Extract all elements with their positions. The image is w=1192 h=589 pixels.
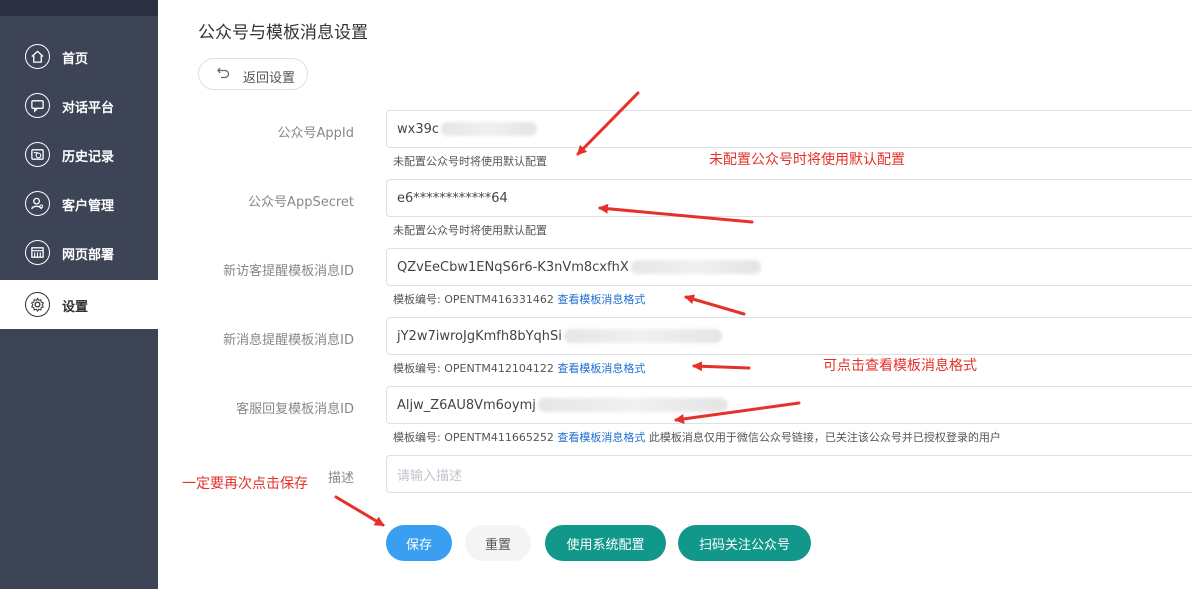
description-placeholder: 请输入描述	[397, 468, 463, 484]
sidebar-item-chat[interactable]: 对话平台	[0, 81, 158, 130]
visitor-template-hint: 模板编号: OPENTM416331462 查看模板消息格式	[393, 291, 645, 307]
redacted-blur	[563, 329, 722, 343]
reply-template-value: Aljw_Z6AU8Vm6oymj	[397, 397, 536, 413]
redacted-blur	[630, 260, 761, 274]
back-button-label: 返回设置	[243, 71, 296, 86]
hint-note: 此模板消息仅用于微信公众号链接，已关注该公众号并已授权登录的用户	[648, 431, 1001, 444]
chat-icon	[25, 93, 50, 118]
message-template-value: jY2w7iwroJgKmfh8bYqhSi	[397, 328, 562, 344]
visitor-template-label: 新访客提醒模板消息ID	[223, 264, 354, 279]
annotation-default-config: 未配置公众号时将使用默认配置	[709, 152, 905, 168]
user-icon	[25, 191, 50, 216]
appid-value: wx39c	[397, 121, 440, 137]
view-template-format-link[interactable]: 查看模板消息格式	[557, 362, 645, 375]
visitor-template-input[interactable]: QZvEeCbw1ENqS6r6-K3nVm8cxfhX	[386, 248, 1192, 286]
appid-input[interactable]: wx39c	[386, 110, 1192, 148]
sidebar-item-settings[interactable]: 设置	[0, 280, 158, 329]
page-title: 公众号与模板消息设置	[198, 23, 368, 43]
description-input[interactable]: 请输入描述	[386, 455, 1192, 493]
web-icon	[25, 240, 50, 265]
sidebar-item-home[interactable]: 首页	[0, 32, 158, 81]
reply-template-label: 客服回复模板消息ID	[236, 402, 354, 417]
view-template-format-link[interactable]: 查看模板消息格式	[557, 293, 645, 306]
annotation-arrow	[692, 361, 751, 372]
use-system-config-button[interactable]: 使用系统配置	[545, 525, 666, 561]
sidebar-item-label: 首页	[62, 52, 89, 67]
sidebar-item-label: 网页部署	[62, 248, 115, 263]
appsecret-input[interactable]: e6************64	[386, 179, 1192, 217]
back-button[interactable]: 返回设置	[198, 58, 308, 90]
hint-text: 模板编号: OPENTM416331462	[393, 293, 554, 306]
appid-hint: 未配置公众号时将使用默认配置	[393, 155, 547, 168]
annotation-arrow	[684, 294, 746, 316]
hint-text: 模板编号: OPENTM412104122	[393, 362, 554, 375]
sidebar-item-history[interactable]: 历史记录	[0, 130, 158, 179]
save-button[interactable]: 保存	[386, 525, 452, 561]
redacted-blur	[537, 398, 728, 412]
undo-icon	[215, 65, 231, 81]
sidebar-item-label: 历史记录	[62, 150, 115, 165]
appid-label: 公众号AppId	[277, 126, 354, 141]
appsecret-hint: 未配置公众号时将使用默认配置	[393, 224, 547, 237]
hint-text: 模板编号: OPENTM411665252	[393, 431, 554, 444]
history-icon	[25, 142, 50, 167]
annotation-arrow	[334, 495, 385, 527]
scan-follow-button[interactable]: 扫码关注公众号	[678, 525, 811, 561]
redacted-blur	[441, 122, 538, 136]
visitor-template-value: QZvEeCbw1ENqS6r6-K3nVm8cxfhX	[397, 259, 629, 275]
sidebar-item-label: 对话平台	[62, 101, 115, 116]
view-template-format-link[interactable]: 查看模板消息格式	[557, 431, 645, 444]
reply-template-hint: 模板编号: OPENTM411665252 查看模板消息格式 此模板消息仅用于微…	[393, 429, 1001, 445]
annotation-view-format: 可点击查看模板消息格式	[823, 358, 977, 374]
reset-button[interactable]: 重置	[465, 525, 531, 561]
appsecret-label: 公众号AppSecret	[248, 195, 354, 210]
appsecret-value: e6************64	[397, 190, 508, 206]
sidebar: 首页 对话平台 历史记录 客户管理 网页部署 设置	[0, 0, 158, 589]
sidebar-item-web-deploy[interactable]: 网页部署	[0, 228, 158, 277]
gear-icon	[25, 292, 50, 317]
reply-template-input[interactable]: Aljw_Z6AU8Vm6oymj	[386, 386, 1192, 424]
sidebar-item-label: 设置	[62, 300, 89, 315]
message-template-label: 新消息提醒模板消息ID	[223, 333, 354, 348]
sidebar-item-label: 客户管理	[62, 199, 115, 214]
annotation-save-again: 一定要再次点击保存	[182, 476, 308, 492]
message-template-input[interactable]: jY2w7iwroJgKmfh8bYqhSi	[386, 317, 1192, 355]
sidebar-item-customers[interactable]: 客户管理	[0, 179, 158, 228]
message-template-hint: 模板编号: OPENTM412104122 查看模板消息格式	[393, 360, 645, 376]
home-icon	[25, 44, 50, 69]
